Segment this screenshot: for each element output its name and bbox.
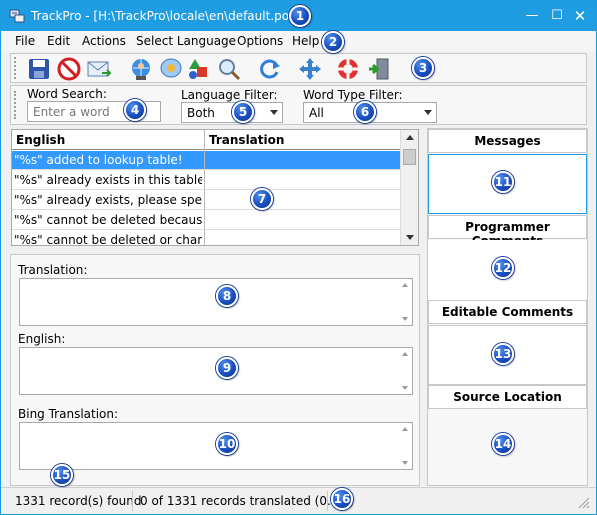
cell-english: "%s" already exists in this table. bbox=[14, 173, 202, 187]
lifebuoy-icon[interactable] bbox=[336, 57, 360, 81]
exit-door-icon[interactable] bbox=[367, 57, 391, 81]
grid-scrollbar[interactable] bbox=[400, 130, 418, 245]
cell-english: "%s" cannot be deleted or changed bbox=[14, 233, 202, 246]
maximize-button[interactable]: ☐ bbox=[546, 5, 568, 27]
row-highlight bbox=[205, 151, 400, 169]
editor-panel: Translation: English: Bing Translation: bbox=[10, 254, 420, 486]
editable-comments-header[interactable]: Editable Comments bbox=[428, 300, 587, 324]
move-arrows-icon[interactable] bbox=[298, 57, 322, 81]
menu-file[interactable]: File bbox=[15, 34, 35, 48]
translation-label: Translation: bbox=[18, 263, 88, 277]
callout-badge: 4 bbox=[124, 99, 146, 121]
table-row[interactable]: "%s" cannot be deleted or changed bbox=[12, 231, 400, 246]
app-window: TrackPro - [H:\TrackPro\locale\en\defaul… bbox=[0, 0, 597, 515]
globe-user-icon[interactable] bbox=[129, 57, 153, 81]
table-row[interactable]: "%s" already exists in this table. bbox=[12, 171, 400, 190]
window-title: TrackPro - [H:\TrackPro\locale\en\defaul… bbox=[31, 9, 294, 23]
app-icon bbox=[9, 9, 25, 23]
bing-translation-label: Bing Translation: bbox=[18, 407, 119, 421]
filter-grip[interactable] bbox=[14, 91, 18, 119]
word-type-label: Word Type Filter: bbox=[303, 88, 403, 102]
refresh-icon[interactable] bbox=[258, 57, 282, 81]
callout-badge: 7 bbox=[251, 188, 273, 210]
cell-english: "%s" cannot be deleted because it is bbox=[14, 213, 202, 227]
callout-badge: 14 bbox=[492, 433, 514, 455]
messages-header[interactable]: Messages bbox=[428, 129, 587, 153]
column-english[interactable]: English bbox=[16, 133, 65, 147]
magnifier-icon[interactable] bbox=[217, 57, 241, 81]
email-icon[interactable] bbox=[87, 57, 111, 81]
callout-badge: 11 bbox=[492, 171, 514, 193]
language-filter-label: Language Filter: bbox=[181, 88, 278, 102]
toolbar-grip[interactable] bbox=[14, 57, 18, 79]
table-row[interactable]: "%s" already exists, please specify a bbox=[12, 191, 400, 210]
callout-badge: 8 bbox=[216, 285, 238, 307]
callout-badge: 1 bbox=[289, 5, 311, 27]
cell-english: "%s" added to lookup table! bbox=[14, 153, 183, 167]
callout-badge: 12 bbox=[492, 257, 514, 279]
scroll-thumb[interactable] bbox=[403, 149, 416, 165]
status-divider bbox=[132, 491, 133, 511]
callout-badge: 5 bbox=[232, 101, 254, 123]
minimize-button[interactable]: — bbox=[521, 5, 543, 27]
stop-icon[interactable] bbox=[57, 57, 81, 81]
callout-badge: 2 bbox=[322, 31, 344, 53]
callout-badge: 9 bbox=[216, 357, 238, 379]
close-button[interactable]: ✕ bbox=[569, 5, 591, 27]
callout-badge: 3 bbox=[412, 57, 434, 79]
scroll-down-icon[interactable] bbox=[406, 235, 414, 240]
callout-badge: 16 bbox=[331, 488, 353, 510]
translated-status: 0 of 1331 records translated (0.0%) bbox=[140, 494, 355, 508]
callout-badge: 6 bbox=[354, 101, 376, 123]
programmer-comments-header[interactable]: Programmer Comments bbox=[428, 215, 587, 248]
scroll-up-icon[interactable] bbox=[402, 283, 408, 287]
word-search-label: Word Search: bbox=[27, 87, 107, 101]
table-row[interactable]: "%s" added to lookup table! bbox=[12, 151, 400, 170]
toolbar bbox=[10, 53, 587, 83]
source-location-header[interactable]: Source Location bbox=[428, 385, 587, 409]
scroll-up-icon[interactable] bbox=[402, 352, 408, 356]
word-type-value: All bbox=[309, 106, 324, 120]
cell-english: "%s" already exists, please specify a bbox=[14, 193, 202, 207]
translation-grid[interactable]: English Translation "%s" added to lookup… bbox=[11, 129, 419, 246]
scroll-down-icon[interactable] bbox=[402, 461, 408, 465]
shapes-icon[interactable] bbox=[187, 57, 211, 81]
scroll-up-icon[interactable] bbox=[406, 135, 414, 140]
save-icon[interactable] bbox=[27, 57, 51, 81]
menu-edit[interactable]: Edit bbox=[47, 34, 70, 48]
table-row[interactable]: "%s" cannot be deleted because it is bbox=[12, 211, 400, 230]
language-filter-value: Both bbox=[187, 106, 215, 120]
menu-select-language[interactable]: Select Language bbox=[136, 34, 236, 48]
scroll-down-icon[interactable] bbox=[402, 386, 408, 390]
callout-badge: 15 bbox=[51, 464, 73, 486]
menu-help[interactable]: Help bbox=[292, 34, 319, 48]
english-label: English: bbox=[18, 332, 66, 346]
status-bar: 1331 record(s) found 0 of 1331 records t… bbox=[1, 487, 596, 514]
callout-badge: 10 bbox=[216, 433, 238, 455]
scroll-down-icon[interactable] bbox=[402, 317, 408, 321]
translation-textbox[interactable] bbox=[19, 278, 413, 326]
scroll-up-icon[interactable] bbox=[402, 427, 408, 431]
records-found-status: 1331 record(s) found bbox=[15, 494, 142, 508]
menu-bar: File Edit Actions Select Language Option… bbox=[1, 31, 596, 51]
chevron-down-icon bbox=[424, 110, 432, 115]
status-divider bbox=[327, 491, 328, 511]
grid-header: English Translation bbox=[12, 130, 400, 150]
lookup-icon[interactable] bbox=[159, 57, 183, 81]
column-translation[interactable]: Translation bbox=[209, 133, 284, 147]
menu-actions[interactable]: Actions bbox=[82, 34, 126, 48]
chevron-down-icon bbox=[270, 110, 278, 115]
resize-grip-icon[interactable] bbox=[578, 497, 590, 509]
callout-badge: 13 bbox=[492, 343, 514, 365]
menu-options[interactable]: Options bbox=[237, 34, 283, 48]
filter-panel: Word Search: Enter a word Language Filte… bbox=[10, 85, 587, 125]
word-search-placeholder: Enter a word bbox=[33, 105, 110, 119]
